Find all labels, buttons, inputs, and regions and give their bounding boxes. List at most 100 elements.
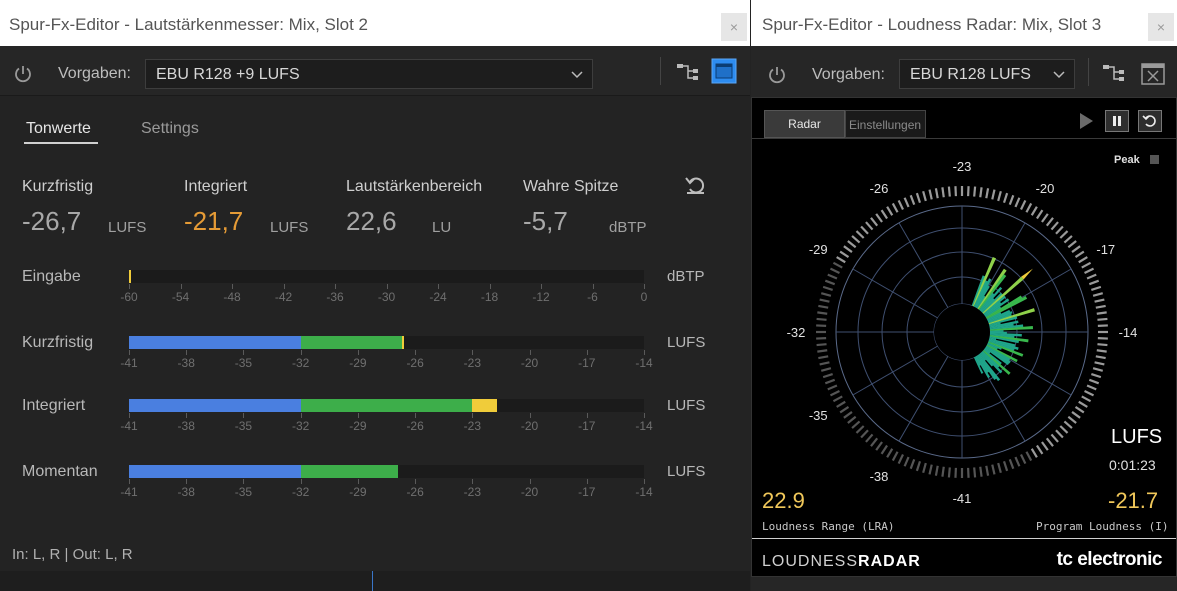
scale-tick: [129, 350, 130, 355]
ring-tick: [985, 465, 990, 476]
window-toggle-icon[interactable]: [711, 58, 737, 84]
toolbar: Vorgaben: EBU R128 +9 LUFS: [0, 46, 750, 96]
scale-tick-label: -26: [406, 419, 424, 433]
power-icon[interactable]: [13, 64, 33, 84]
tab-tonwerte[interactable]: Tonwerte: [26, 120, 91, 138]
meter-unit: LUFS: [667, 397, 706, 414]
ring-tick: [1045, 217, 1054, 227]
meter-peak-marker: [401, 336, 404, 349]
presets-label: Vorgaben:: [58, 65, 131, 82]
meter-unit: dBTP: [667, 268, 705, 285]
scale-tick: [129, 413, 130, 418]
radar-scale-label: -38: [870, 469, 889, 484]
meter-label: Kurzfristig: [22, 334, 94, 351]
tab-einstellungen[interactable]: Einstellungen: [845, 110, 926, 138]
ring-tick: [1094, 361, 1105, 366]
window-toggle-icon[interactable]: [1140, 61, 1166, 87]
io-routing-text: In: L, R | Out: L, R: [12, 546, 133, 563]
program-loudness-value: -21.7: [1108, 488, 1159, 513]
ring-tick: [832, 395, 843, 403]
scale-tick: [586, 350, 588, 355]
meter-label: Integriert: [22, 397, 86, 414]
meter-fill-blue: [129, 399, 301, 412]
scale-tick: [186, 350, 188, 355]
stat-range-unit: LU: [432, 219, 452, 236]
meter-label: Eingabe: [22, 268, 81, 285]
scale-tick: [592, 284, 594, 289]
meter-fill-yellow: [129, 270, 131, 283]
pause-icon[interactable]: [1105, 110, 1129, 132]
scale-tick-label: -35: [234, 485, 253, 499]
scale-tick-label: -17: [578, 419, 596, 433]
reset-icon[interactable]: [1138, 110, 1162, 132]
loudness-meter-window: Spur-Fx-Editor - Lautstärkenmesser: Mix,…: [0, 0, 750, 591]
stat-integrated-unit: LUFS: [270, 219, 309, 236]
stat-truepeak-label: Wahre Spitze: [523, 178, 619, 195]
scale-tick-label: -54: [171, 290, 190, 304]
ring-tick: [1088, 378, 1100, 385]
scale-tick: [129, 479, 130, 484]
ring-tick: [1094, 298, 1105, 303]
scale-tick: [529, 479, 531, 484]
routing-icon[interactable]: [1101, 61, 1127, 87]
ring-tick: [1071, 245, 1081, 253]
ring-tick: [839, 250, 850, 258]
play-icon[interactable]: [1074, 110, 1098, 132]
radar-scale-label: -20: [1036, 181, 1055, 196]
ring-tick: [1041, 441, 1049, 451]
window-title: Spur-Fx-Editor - Lautstärkenmesser: Mix,…: [9, 15, 369, 34]
stat-truepeak-unit: dBTP: [609, 219, 647, 236]
tab-active-underline: [24, 142, 98, 144]
preset-dropdown[interactable]: EBU R128 LUFS: [899, 59, 1075, 89]
ring-tick: [860, 429, 869, 439]
ring-tick: [922, 462, 927, 474]
ring-tick: [991, 189, 996, 200]
radar-scale-label: -17: [1096, 242, 1115, 257]
ring-tick: [829, 267, 840, 274]
meter-track: [129, 465, 644, 478]
tab-radar[interactable]: Radar: [764, 110, 845, 138]
reset-icon[interactable]: [684, 174, 708, 196]
ring-tick: [855, 425, 865, 434]
stat-shortterm-unit: LUFS: [108, 219, 147, 236]
ring-tick: [947, 467, 951, 478]
ring-tick: [915, 192, 922, 203]
scale-tick: [415, 350, 417, 355]
ring-tick: [1091, 285, 1102, 292]
scale-tick-label: -32: [291, 356, 310, 370]
ring-tick: [941, 466, 945, 477]
routing-icon[interactable]: [675, 60, 701, 86]
meter-panel: Tonwerte Settings Kurzfristig -26,7 LUFS…: [0, 96, 750, 571]
ring-tick: [822, 372, 833, 379]
presets-label: Vorgaben:: [812, 66, 885, 83]
tab-settings[interactable]: Settings: [141, 120, 199, 138]
ring-tick: [903, 456, 910, 467]
scale-tick-label: -38: [177, 419, 195, 433]
elapsed-time: 0:01:23: [1109, 457, 1156, 473]
scale-tick: [472, 350, 474, 355]
ring-tick: [817, 349, 828, 353]
close-button[interactable]: ×: [1148, 13, 1174, 41]
ring-tick: [886, 448, 894, 458]
scale-tick-label: -14: [635, 356, 653, 370]
power-icon[interactable]: [767, 65, 787, 85]
ring-tick: [886, 206, 894, 216]
ring-tick: [1025, 451, 1033, 462]
close-button[interactable]: ×: [721, 13, 747, 41]
ring-tick: [819, 298, 830, 303]
meter-scale: -41 -38 -35 -32 -29 -26 -23 -20 -17 -14: [120, 350, 653, 370]
ring-tick: [1091, 372, 1102, 379]
ring-tick: [870, 217, 879, 227]
meter-fill-yellow: [472, 399, 498, 412]
ring-tick: [1055, 429, 1064, 439]
ring-tick: [1086, 273, 1097, 280]
scale-tick-label: -20: [520, 356, 539, 370]
meter-fill-green: [300, 336, 402, 349]
scale-tick-label: -6: [587, 290, 598, 304]
ring-tick: [851, 420, 861, 429]
ring-tick: [818, 355, 829, 360]
ring-tick: [1002, 192, 1009, 203]
stat-shortterm-label: Kurzfristig: [22, 178, 94, 195]
preset-dropdown[interactable]: EBU R128 +9 LUFS: [145, 59, 593, 89]
ring-tick: [1050, 433, 1059, 443]
